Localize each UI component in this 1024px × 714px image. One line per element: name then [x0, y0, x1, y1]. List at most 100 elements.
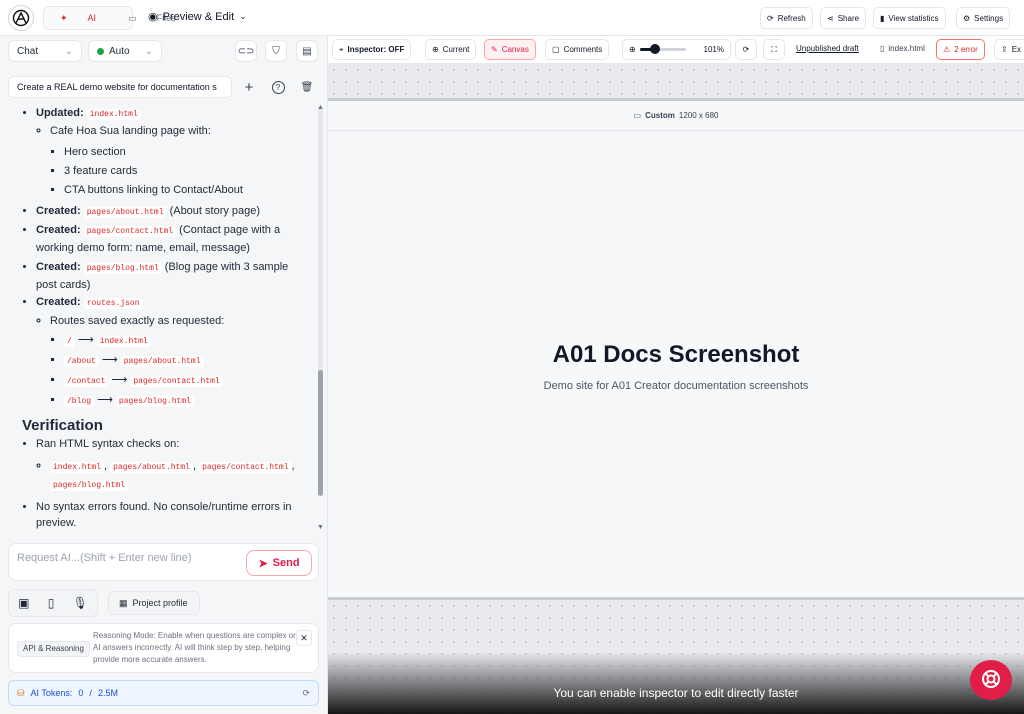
reasoning-badge[interactable]: API & Reasoning — [17, 641, 90, 657]
new-chat-button[interactable]: + — [238, 76, 260, 98]
ai-files-switch: ✦ AI ▭ Files — [43, 6, 176, 30]
scroll-up-icon[interactable]: ▲ — [317, 104, 324, 111]
view-statistics-button[interactable]: ▮ View statistics — [873, 7, 946, 29]
model-select[interactable]: Auto ⌄ — [88, 40, 162, 62]
route-target: pages/blog.html — [115, 396, 194, 407]
current-file-label: index.html — [888, 44, 925, 53]
profile-icon: ▦ — [119, 597, 128, 608]
landing-text: Cafe Hoa Sua landing page with: — [50, 125, 211, 137]
list-item: Routes saved exactly as requested: / ⟶ i… — [50, 315, 302, 411]
zoom-slider-handle[interactable] — [649, 44, 660, 54]
file-code: pages/blog.html — [50, 480, 129, 491]
pen-icon: ✎ — [491, 45, 498, 54]
scroll-down-icon[interactable]: ▼ — [317, 524, 324, 531]
zoom-icon[interactable]: ⊕ — [629, 45, 636, 54]
comments-label: Comments — [563, 45, 603, 54]
clipboard-button[interactable]: ▤ — [296, 40, 318, 62]
list-item: Hero section — [64, 143, 302, 162]
file-code: pages/contact.html — [199, 462, 292, 473]
route-item: / ⟶ index.html — [64, 331, 302, 351]
list-item: Created: routes.json Routes saved exactl… — [36, 296, 302, 411]
view-mode-dropdown[interactable]: ◉ Preview & Edit ⌄ — [148, 10, 247, 24]
route-target: index.html — [96, 336, 151, 347]
chevron-down-icon: ⌄ — [64, 45, 73, 57]
route-target: pages/contact.html — [130, 376, 223, 387]
preview-toolbar: ⌖ Inspector: OFF ⊕ Current ✎ Canvas ▢ Commen… — [328, 36, 1024, 64]
export-button[interactable]: ⇪ Ex — [994, 39, 1024, 60]
list-item: Created: pages/blog.html (Blog page with… — [36, 259, 302, 293]
ai-tokens-bar: ⛁ AI Tokens: 0 / 2.5M ⟳ — [8, 680, 319, 706]
error-button[interactable]: ⚠ 2 error — [936, 39, 985, 60]
shield-button[interactable]: ⛉ — [265, 40, 287, 62]
ai-tab-label: AI — [87, 13, 97, 23]
folder-icon: ▭ — [128, 12, 137, 23]
arrow-icon: ⟶ — [111, 374, 128, 386]
inspector-toast: You can enable inspector to edit directl… — [328, 652, 1024, 714]
chat-scrollbar[interactable] — [318, 106, 323, 496]
refresh-icon[interactable]: ⟳ — [302, 688, 310, 699]
microphone-icon[interactable]: 🎙 — [73, 596, 88, 610]
shield-icon: ⛉ — [272, 45, 280, 57]
arrow-icon: ⟶ — [77, 334, 94, 346]
comment-icon: ▢ — [552, 45, 560, 54]
file-code: index.html — [86, 109, 141, 120]
canvas-label: Canvas — [501, 45, 529, 54]
fullscreen-button[interactable]: ⛶ — [763, 39, 785, 60]
brain-button[interactable]: ⊂⊃ — [235, 40, 257, 62]
device-size: 1200 x 680 — [678, 111, 719, 120]
request-input[interactable]: Request AI...(Shift + Enter new line) — [17, 552, 192, 564]
ai-tab[interactable]: ✦ AI — [44, 13, 112, 24]
close-icon[interactable]: ✕ — [296, 630, 312, 646]
route-item: /about ⟶ pages/about.html — [64, 351, 302, 371]
mode-select[interactable]: Chat ⌄ — [8, 40, 82, 62]
expand-icon: ⛶ — [771, 44, 777, 54]
created-label: Created: — [36, 261, 81, 273]
scrollbar-thumb[interactable] — [318, 370, 323, 496]
zoom-slider[interactable] — [639, 44, 686, 54]
file-code: index.html — [50, 462, 105, 473]
assistant-message: Updated: index.html Cafe Hoa Sua landing… — [8, 104, 302, 534]
delete-chat-button[interactable]: 🗑 — [296, 76, 318, 98]
eye-icon: ◉ — [148, 11, 158, 23]
list-item: Created: pages/contact.html (Contact pag… — [36, 222, 302, 256]
route-path: /about — [64, 356, 99, 367]
zoom-value: 101% — [703, 45, 724, 54]
document-icon[interactable]: ▯ — [48, 596, 55, 610]
send-button[interactable]: ➤ Send — [246, 550, 312, 576]
brain-icon: ⊂⊃ — [237, 45, 255, 57]
view-mode-label: Preview & Edit — [162, 10, 235, 23]
upload-icon: ⇪ — [1001, 45, 1008, 54]
list-item: No syntax errors found. No console/runti… — [36, 499, 302, 531]
help-button[interactable]: ? — [267, 76, 289, 98]
clipboard-icon: ▤ — [302, 45, 312, 57]
mode-select-value: Chat — [17, 45, 39, 57]
tokens-total: 2.5M — [97, 688, 118, 698]
chevron-down-icon: ⌄ — [239, 11, 247, 21]
inspector-toggle[interactable]: ⌖ Inspector: OFF — [332, 39, 412, 60]
conversation-title[interactable]: Create a REAL demo website for documenta… — [8, 76, 232, 98]
reload-button[interactable]: ⟳ — [735, 39, 757, 60]
canvas-button[interactable]: ✎ Canvas — [484, 39, 536, 60]
unpublished-draft-link[interactable]: Unpublished draft — [796, 44, 859, 53]
settings-label: Settings — [974, 13, 1004, 23]
share-label: Share — [837, 13, 860, 23]
route-target: pages/about.html — [120, 356, 204, 367]
current-button[interactable]: ⊕ Current — [425, 39, 477, 60]
support-button[interactable] — [970, 660, 1012, 700]
app-logo-icon[interactable] — [8, 5, 34, 31]
settings-button[interactable]: ⚙ Settings — [956, 7, 1011, 29]
view-statistics-label: View statistics — [888, 13, 939, 23]
list-item: Cafe Hoa Sua landing page with: Hero sec… — [50, 125, 302, 200]
comments-button[interactable]: ▢ Comments — [545, 39, 610, 60]
device-size-bar[interactable]: ▭ Custom 1200 x 680 — [328, 101, 1024, 131]
refresh-button[interactable]: ⟳ Refresh — [760, 7, 813, 29]
share-button[interactable]: ⋖ Share — [820, 7, 867, 29]
project-profile-button[interactable]: ▦ Project profile — [108, 591, 200, 615]
top-bar: ✦ AI ▭ Files ◉ Preview & Edit ⌄ ⟳ Refresh ⋖… — [0, 0, 1024, 36]
file-code: pages/about.html — [110, 462, 193, 473]
inspector-label: Inspector: OFF — [347, 45, 405, 54]
current-file[interactable]: ▯ index.html — [880, 44, 925, 53]
sparkle-icon: ✦ — [60, 12, 68, 23]
image-icon[interactable]: ▣ — [18, 596, 29, 610]
status-dot-icon — [97, 47, 104, 55]
